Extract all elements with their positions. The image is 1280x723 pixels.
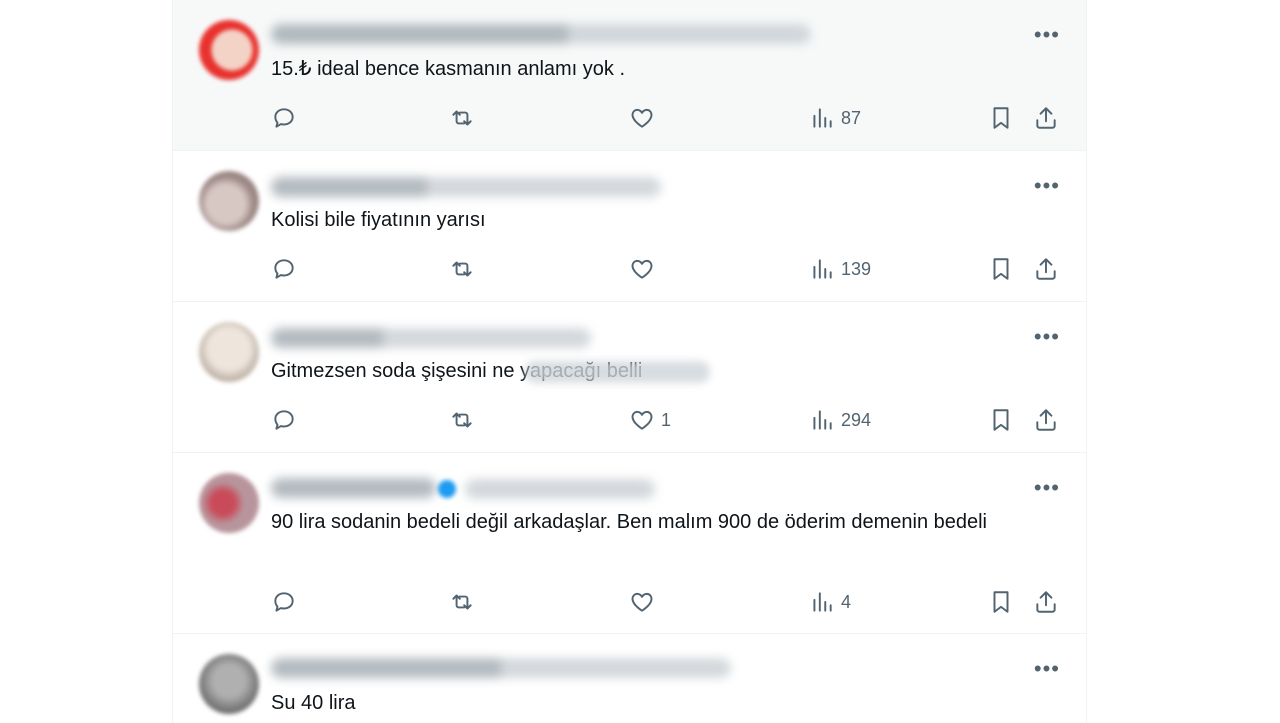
tweet-text: Su 40 lira [271, 692, 356, 714]
share-icon [1036, 591, 1056, 613]
avatar[interactable] [199, 473, 259, 533]
heart-icon [631, 259, 653, 279]
bookmark-icon [993, 591, 1009, 613]
views-count: 87 [841, 107, 862, 128]
avatar[interactable] [199, 322, 259, 382]
share-icon [1036, 258, 1056, 280]
heart-icon [631, 108, 653, 128]
more-dots-icon[interactable]: ••• [1034, 24, 1060, 46]
reply-button[interactable] [271, 405, 297, 435]
avatar[interactable] [199, 171, 259, 231]
repost-button[interactable] [449, 103, 475, 133]
views-count: 139 [841, 258, 872, 279]
reply-button[interactable] [271, 103, 297, 133]
share-button[interactable] [1033, 405, 1059, 435]
like-button[interactable]: 1 [629, 405, 671, 435]
avatar[interactable] [199, 20, 259, 80]
bookmark-icon [993, 258, 1009, 280]
more-dots-icon[interactable]: ••• [1034, 658, 1060, 680]
tweet[interactable]: ••• Gitmezsen soda şişesini ne yapacağı … [173, 302, 1086, 453]
heart-icon [631, 410, 653, 430]
like-count: 1 [661, 409, 672, 430]
repost-icon [452, 110, 472, 126]
share-icon [1036, 107, 1056, 129]
author-handle-redacted[interactable] [465, 479, 655, 499]
share-button[interactable] [1033, 254, 1059, 284]
views-button[interactable]: 294 [809, 405, 871, 435]
tweet-actions: 139 [173, 254, 1086, 284]
bookmark-icon [993, 409, 1009, 431]
verified-badge-icon [438, 480, 456, 498]
repost-button[interactable] [449, 587, 475, 617]
share-button[interactable] [1033, 587, 1059, 617]
author-name-redacted[interactable] [271, 478, 436, 498]
views-chart-icon [813, 410, 832, 430]
reply-button[interactable] [271, 587, 297, 617]
author-name-redacted[interactable] [271, 24, 811, 44]
bookmark-button[interactable] [988, 103, 1014, 133]
views-button[interactable]: 139 [809, 254, 871, 284]
reply-icon [274, 592, 294, 612]
views-count: 294 [841, 409, 872, 430]
bookmark-icon [993, 107, 1009, 129]
views-button[interactable]: 87 [809, 103, 861, 133]
avatar[interactable] [199, 654, 259, 714]
reply-button[interactable] [271, 254, 297, 284]
tweet-text: 90 lira sodanin bedeli değil arkadaşlar.… [271, 511, 987, 533]
reply-icon [274, 259, 294, 279]
repost-icon [452, 594, 472, 610]
bookmark-button[interactable] [988, 587, 1014, 617]
views-chart-icon [813, 259, 832, 279]
tweet[interactable]: ••• 90 lira sodanin bedeli değil arkadaş… [173, 453, 1086, 634]
repost-icon [452, 261, 472, 277]
more-dots-icon[interactable]: ••• [1034, 326, 1060, 348]
views-chart-icon [813, 108, 832, 128]
tweet-text: Kolisi bile fiyatının yarısı [271, 209, 486, 231]
more-dots-icon[interactable]: ••• [1034, 175, 1060, 197]
tweet[interactable]: ••• 15.₺ ideal bence kasmanın anlamı yok… [173, 0, 1086, 151]
like-button[interactable] [629, 587, 661, 617]
bookmark-button[interactable] [988, 254, 1014, 284]
views-count: 4 [841, 591, 852, 612]
text-redaction-blur [525, 361, 710, 383]
reply-icon [274, 108, 294, 128]
tweet[interactable]: ••• Kolisi bile fiyatının yarısı 139 [173, 151, 1086, 302]
share-button[interactable] [1033, 103, 1059, 133]
author-name-redacted[interactable] [271, 177, 661, 197]
like-button[interactable] [629, 103, 661, 133]
tweet[interactable]: ••• Su 40 lira [173, 634, 1086, 723]
bookmark-button[interactable] [988, 405, 1014, 435]
reply-feed: ••• 15.₺ ideal bence kasmanın anlamı yok… [172, 0, 1087, 723]
heart-icon [631, 592, 653, 612]
more-dots-icon[interactable]: ••• [1034, 477, 1060, 499]
views-button[interactable]: 4 [809, 587, 851, 617]
tweet-actions: 4 [173, 587, 1086, 617]
like-button[interactable] [629, 254, 661, 284]
repost-button[interactable] [449, 254, 475, 284]
views-chart-icon [813, 592, 832, 612]
share-icon [1036, 409, 1056, 431]
author-name-redacted[interactable] [271, 658, 731, 678]
tweet-actions: 1 294 [173, 405, 1086, 435]
repost-icon [452, 412, 472, 428]
tweet-actions: 87 [173, 103, 1086, 133]
tweet-text: 15.₺ ideal bence kasmanın anlamı yok . [271, 58, 626, 80]
reply-icon [274, 410, 294, 430]
author-name-redacted[interactable] [271, 328, 591, 348]
repost-button[interactable] [449, 405, 475, 435]
